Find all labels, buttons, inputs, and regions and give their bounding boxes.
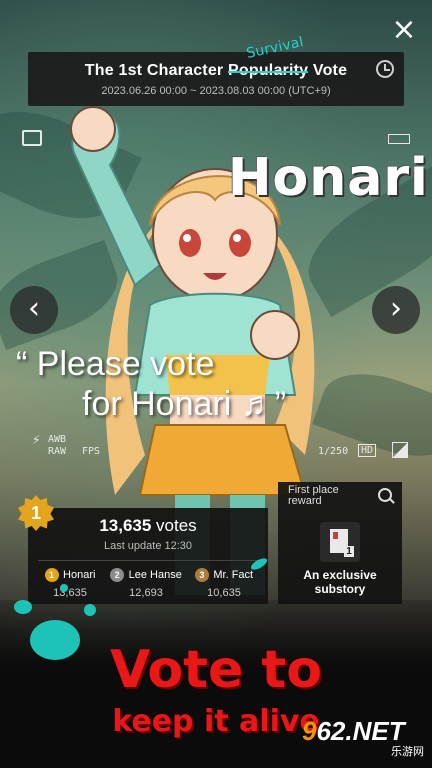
hud-shutter: 1/250 [318,446,349,457]
watermark-part: 62 [316,716,346,746]
last-update: Last update 12:30 [103,540,193,552]
watermark-part: 9 [302,716,317,746]
rank-votes: 12,693 [129,587,163,599]
vote-title: The 1st Character Popularity Vote Surviv… [28,34,404,80]
rank-name: Mr. Fact [213,568,254,581]
rank-number: 3 [194,567,209,582]
hud-raw: RAW [48,446,67,457]
rank-number: 1 [44,567,59,582]
chevron-right-icon: › [390,291,402,326]
rank-votes: 13,635 [53,587,87,599]
document-icon: 1 [320,522,360,562]
site-watermark: 962.NET 乐游网 [302,716,424,758]
reward-description: An exclusive substory [303,568,377,596]
reward-card[interactable]: First place reward 1 An exclusive substo… [278,482,402,604]
exposure-icon [392,442,408,458]
title-suffix: Vote [308,62,348,79]
character-name: Honari [228,148,429,208]
rank-number: 2 [110,567,125,582]
quote-line-1: “ Please vote [16,345,215,383]
flash-icon: ⚡ [32,432,41,448]
history-icon[interactable] [376,60,394,78]
rank-entry: 2 Lee Hanse 12,693 [108,566,184,599]
divider [38,560,258,561]
rank-entry: 1 Honari 13,635 [32,566,108,599]
previous-button[interactable]: ‹ [10,286,58,334]
vote-period: 2023.06.26 00:00 ~ 2023.08.03 00:00 (UTC… [101,85,331,97]
hud-hd: HD [358,444,377,457]
rank-votes: 10,635 [207,587,241,599]
votes-label: votes [156,516,197,535]
quote-line-2: for Honari ♬” [82,385,287,423]
title-prefix: The 1st Character [84,62,229,79]
rank-entry: 3 Mr. Fact 10,635 [186,566,262,599]
reward-label: First place reward [288,484,339,507]
camera-icon [22,130,42,146]
hud-fps: FPS [82,446,101,457]
chevron-left-icon: ‹ [28,291,40,326]
rank-name: Lee Hanse [128,568,182,581]
vote-header: The 1st Character Popularity Vote Surviv… [28,34,404,106]
votes-value: 13,635 [99,516,152,535]
votes-total: 13,635 votes [28,516,268,536]
rank-name: Honari [63,568,96,581]
battery-icon [388,134,410,144]
next-button[interactable]: › [372,286,420,334]
paint-splatter [60,584,68,592]
close-button[interactable]: × [390,15,418,45]
paint-splatter [84,604,96,616]
search-icon[interactable] [378,488,392,502]
doc-count: 1 [344,546,354,557]
title-struck-word: Popularity [228,62,309,79]
paint-splatter [14,600,32,614]
hud-awb: AWB [48,434,67,445]
slogan-line-1: Vote to [110,640,322,700]
watermark-part: .NET [345,716,405,746]
